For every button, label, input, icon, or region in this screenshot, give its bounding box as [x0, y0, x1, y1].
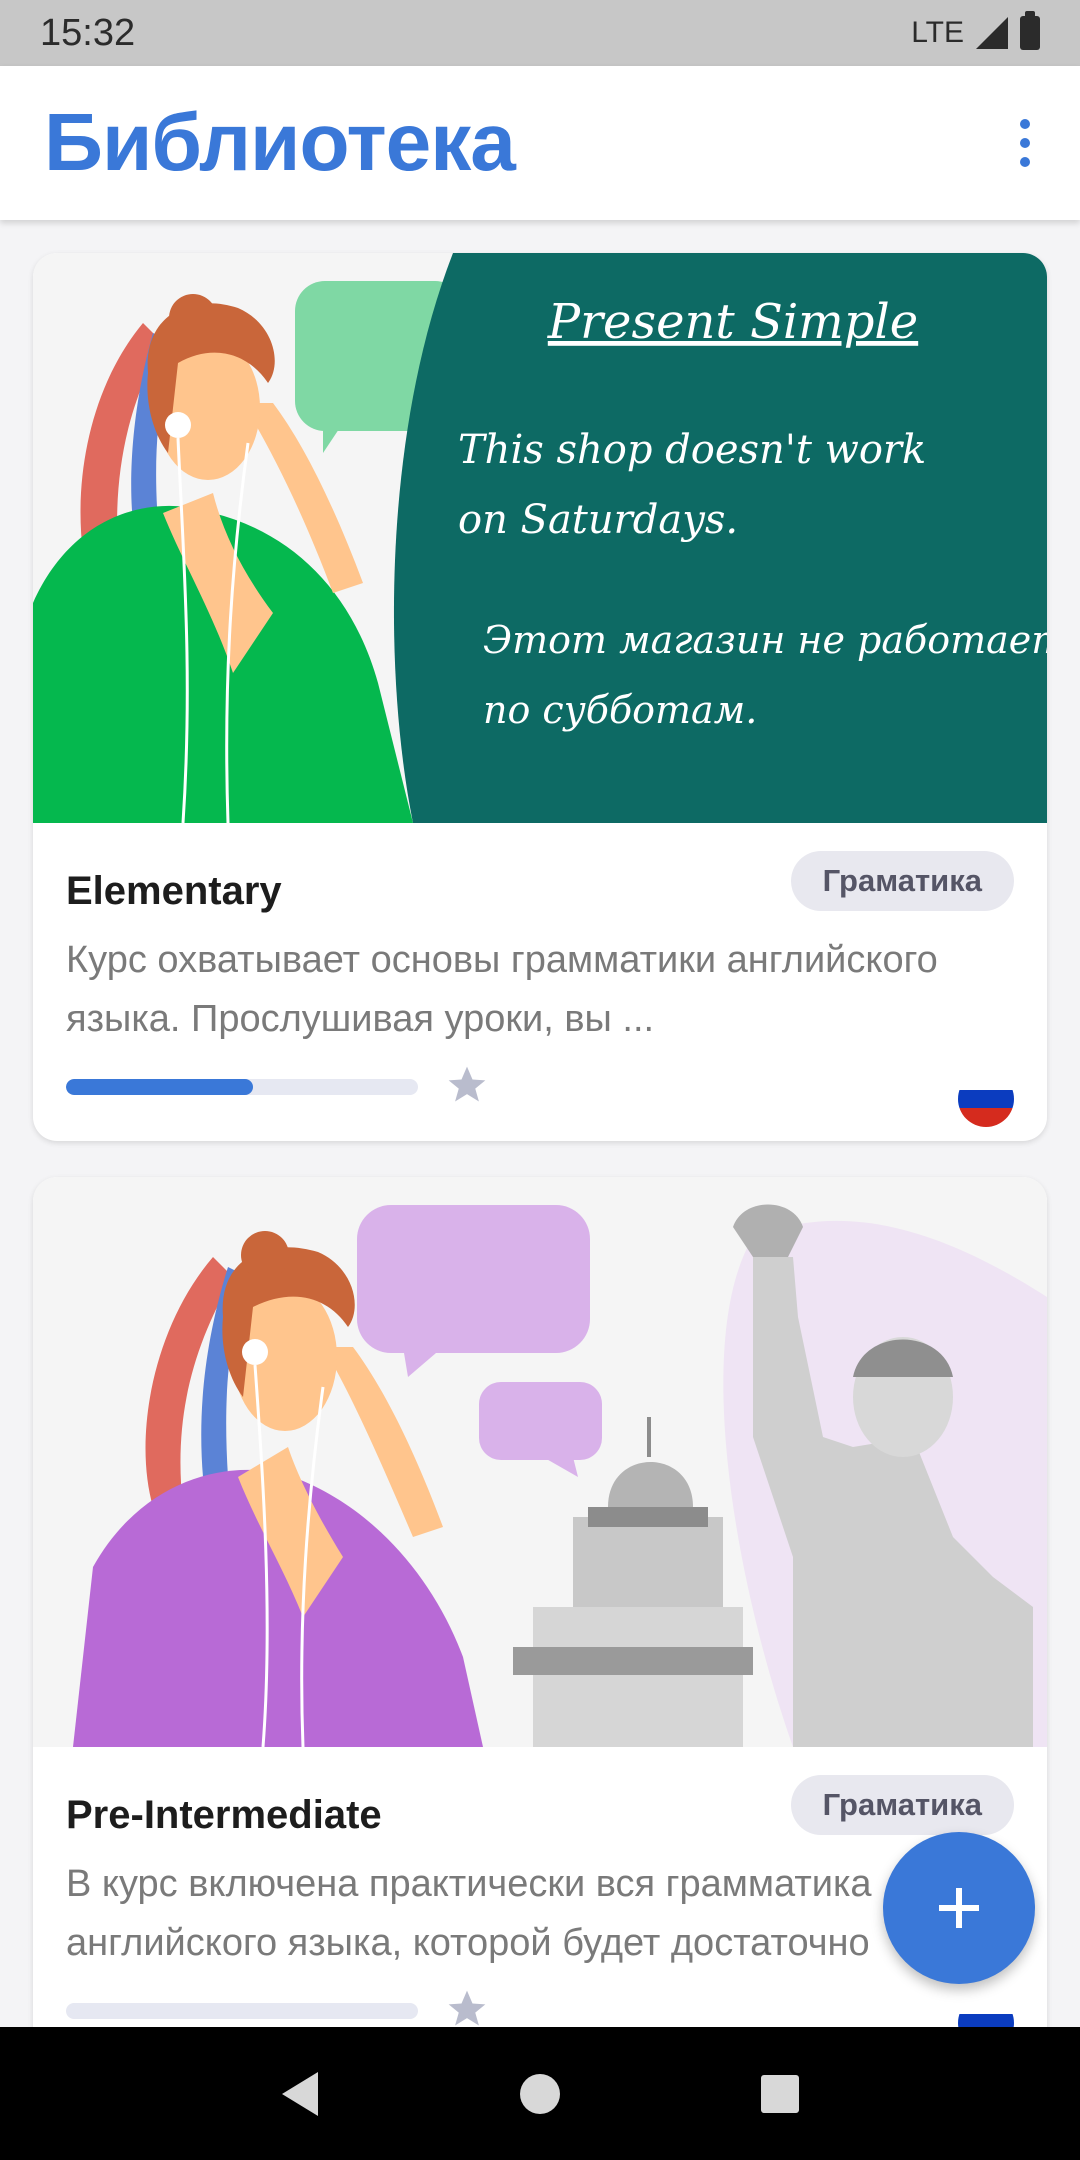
progress-fill: [66, 1079, 253, 1095]
banner-heading: Present Simple: [547, 294, 918, 350]
star-icon[interactable]: [445, 1063, 489, 1107]
home-icon: [520, 2073, 560, 2114]
page-title: Библиотека: [44, 97, 516, 188]
battery-icon: [1020, 11, 1040, 50]
course-card-elementary[interactable]: Present Simple This shop doesn't work on…: [33, 253, 1047, 1141]
course-illustration: Present Simple This shop doesn't work on…: [33, 253, 1047, 823]
category-badge: Граматика: [790, 1775, 1014, 1835]
network-label: LTE: [911, 16, 964, 49]
recents-icon: [761, 2074, 799, 2113]
banner-english-line-1: This shop doesn't work: [458, 427, 926, 473]
card-title: Pre-Intermediate: [66, 1793, 382, 1837]
banner-english-line-2: on Saturdays.: [458, 497, 738, 543]
banner-russian-line-1: Этот магазин не работает: [483, 618, 1047, 662]
progress-bar: [66, 2003, 418, 2019]
more-vert-icon[interactable]: [1010, 109, 1040, 177]
status-bar: 15:32 LTE: [0, 0, 1080, 66]
flag-ru-icon: [958, 1071, 1014, 1127]
app-bar: Библиотека: [0, 66, 1080, 220]
status-time: 15:32: [40, 11, 136, 54]
banner-russian-line-2: по субботам.: [483, 688, 757, 732]
card-description: Курс охватывает основы грамматики англий…: [66, 939, 938, 1040]
home-button[interactable]: [510, 2064, 570, 2124]
card-title: Elementary: [66, 869, 282, 913]
back-button[interactable]: [270, 2064, 330, 2124]
add-icon: [939, 1888, 979, 1928]
course-illustration: [33, 1177, 1047, 1747]
star-icon[interactable]: [445, 1987, 489, 2031]
signal-icon: [976, 17, 1008, 49]
add-course-button[interactable]: [883, 1832, 1035, 1984]
recents-button[interactable]: [750, 2064, 810, 2124]
category-badge: Граматика: [790, 851, 1014, 911]
progress-bar: [66, 1079, 418, 1095]
status-icons: LTE: [911, 11, 1040, 51]
system-nav-bar: [0, 2027, 1080, 2160]
course-card-pre-intermediate[interactable]: Pre-Intermediate Граматика В курс включе…: [33, 1177, 1047, 2127]
card-description: В курс включена практически вся граммати…: [66, 1863, 872, 1964]
back-icon: [282, 2071, 318, 2116]
